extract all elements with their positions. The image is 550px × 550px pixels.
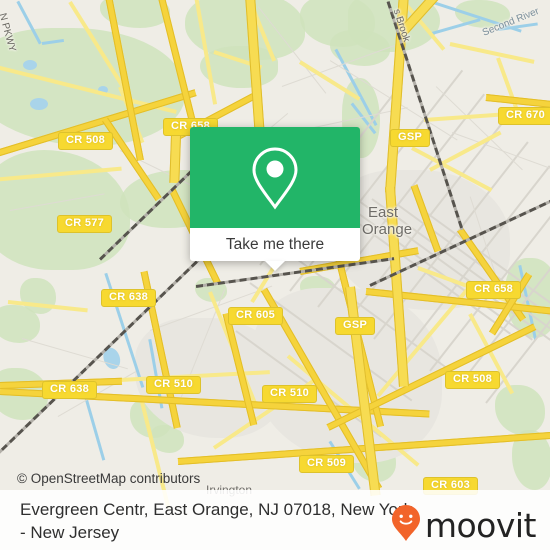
road-shield: CR 670 (498, 107, 550, 125)
park-area (0, 28, 185, 146)
moovit-map-page: s Brook N PKWY Second River East Orange … (0, 0, 550, 550)
highway-gsp (169, 134, 181, 184)
road-shield: CR 508 (445, 371, 501, 389)
moovit-brand[interactable]: moovit (391, 504, 537, 547)
road-shield: CR 510 (146, 376, 202, 394)
popup-image-area (190, 127, 360, 228)
map-place-label-east-orange: Orange (362, 221, 413, 238)
park-area (495, 385, 545, 435)
road-shield: CR 510 (262, 385, 318, 403)
road-shield: CR 508 (58, 132, 114, 150)
road-shield: CR 658 (466, 281, 522, 299)
road-shield: CR 605 (228, 307, 284, 325)
road-shield: GSP (335, 317, 376, 335)
park-area (330, 30, 390, 66)
moovit-wordmark: moovit (424, 506, 537, 545)
location-popup-card[interactable]: Take me there (190, 127, 360, 271)
road-shield: CR 577 (57, 215, 113, 233)
road-minor (449, 42, 535, 64)
footer-bar: Evergreen Centr, East Orange, NJ 07018, … (0, 490, 550, 550)
osm-attribution[interactable]: © OpenStreetMap contributors (17, 471, 200, 486)
take-me-there-button[interactable]: Take me there (190, 228, 360, 261)
popup-pointer-tail (265, 261, 285, 271)
road-shield: GSP (390, 129, 431, 147)
map-place-label-east-orange: East (368, 204, 399, 221)
road-shield: CR 638 (42, 381, 98, 399)
take-me-there-label: Take me there (225, 235, 325, 253)
map-canvas[interactable]: s Brook N PKWY Second River East Orange … (0, 0, 550, 550)
road-shield: CR 638 (101, 289, 157, 307)
map-pin-icon (249, 145, 301, 211)
location-title: Evergreen Centr, East Orange, NJ 07018, … (20, 500, 413, 542)
road-shield: CR 509 (299, 455, 355, 473)
lake (30, 98, 48, 110)
lake (23, 60, 37, 70)
moovit-smiley-pin-icon (391, 504, 421, 547)
